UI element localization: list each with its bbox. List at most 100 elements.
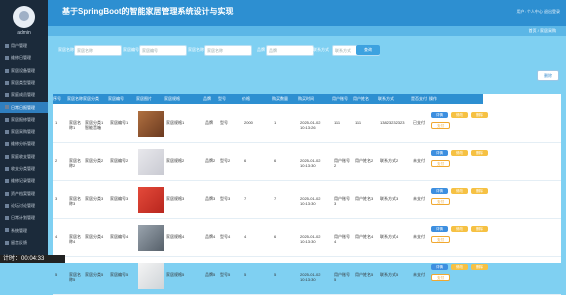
column-header: 家居名称 [67,94,83,104]
avatar[interactable] [13,6,35,28]
column-header: 家居规格 [164,94,203,104]
pay-button[interactable]: 支付 [431,236,450,243]
table-row[interactable]: 3 家居名称3 家居分类3 家居编号3 家居规格3 品牌3 型号3 7 7 2025-01-02 … [53,182,561,219]
filter-group: 家居名称 家居名称 [188,45,252,56]
column-header: 家居分类 [83,94,108,104]
column-header: 序号 [53,94,67,104]
sidebar-item-label: 资产档案管理 [11,190,35,196]
filter-label: 家居名称 [188,47,204,52]
filter-input[interactable]: 品牌 [266,45,314,56]
op-button[interactable]: 修改 [451,150,468,156]
table-cell: 联系方式4 [380,234,399,239]
table-cell: 家居名称1 [69,120,81,130]
op-button[interactable]: 删除 [471,188,488,194]
op-button[interactable]: 详情 [431,112,448,118]
breadcrumb[interactable]: 首页 / 家居采购 [529,28,556,34]
filter-label: 家居名称 [58,47,74,52]
table-cell: 用户账号5 [334,272,350,282]
pay-button[interactable]: 支付 [431,198,450,205]
op-button[interactable]: 删除 [471,112,488,118]
table-cell: 111 [334,120,341,125]
menu-icon [5,142,9,147]
table-cell: 3 [55,196,58,201]
table-cell: 型号4 [220,234,231,239]
sidebar-item-label: 收支分类管理 [11,166,35,171]
sidebar-item[interactable]: 维修分析管理 [0,138,48,149]
pay-button[interactable]: 支付 [431,274,450,281]
table-cell: 111 [355,120,362,125]
table-cell: 2025-01-02 10:13:30 [300,272,321,282]
sidebar-item-label: 家居设备管理 [11,67,35,73]
delete-button[interactable]: 删除 [537,70,559,81]
filter-group: 品牌 品牌 [257,45,319,56]
op-button[interactable]: 详情 [431,150,448,156]
sidebar-item[interactable]: 资产档案管理 [0,188,48,199]
menu-icon [5,154,9,159]
user-menu[interactable]: 用户: 个人中心 退出登录 [517,9,560,15]
product-image [138,225,164,251]
table-row[interactable]: 4 家居名称4 家居分类4 家居编号4 家居规格4 品牌4 型号4 4 6 2025-01-02 … [53,220,561,257]
sidebar-item[interactable]: 家居报修管理 [0,114,48,125]
table-cell: 家居规格3 [166,196,185,201]
sidebar-item-label: 论坛讨论管理 [11,202,35,208]
table-cell: 品牌3 [205,196,216,201]
sidebar-item[interactable]: 系统管理 [0,225,48,236]
table-cell: 未支付 [413,234,425,239]
op-button[interactable]: 详情 [431,188,448,194]
op-button[interactable]: 详情 [431,264,448,270]
sidebar-item[interactable]: 收支分类管理 [0,163,48,174]
pay-button[interactable]: 支付 [431,160,450,167]
sidebar-item-label: 日常计划管理 [11,215,35,221]
sidebar-item[interactable]: 日常计划管理 [0,212,48,223]
column-header: 购买数量 [272,94,298,104]
table-cell: 4 [55,234,58,239]
sidebar-item[interactable]: 论坛讨论管理 [0,200,48,211]
filter-input[interactable]: 家居名称 [74,45,122,56]
sidebar-item[interactable]: 用户管理 [0,40,48,51]
op-button[interactable]: 详情 [431,226,448,232]
table-cell: 5 [55,272,58,277]
sidebar-item[interactable]: 维修日管理 [0,52,48,63]
op-button[interactable]: 修改 [451,188,468,194]
op-button[interactable]: 修改 [451,264,468,270]
column-header: 用户姓名 [353,94,378,104]
product-image [138,111,164,137]
table-row[interactable]: 1 家居名称1 家居分类1智能音箱 家居编号1 家居规格1 品牌 型号 2000 1 2025-0… [53,106,561,143]
sidebar-item[interactable]: 家庭收支管理 [0,151,48,162]
sidebar-item[interactable]: 家庭成员管理 [0,89,48,100]
table-cell: 家居规格5 [166,272,185,277]
sidebar-item[interactable]: 家居设备管理 [0,65,48,76]
table-cell: 未支付 [413,158,425,163]
op-button[interactable]: 修改 [451,226,468,232]
table-cell: 家居规格1 [166,120,185,125]
sidebar-item-label: 维修记录管理 [11,178,35,184]
op-button[interactable]: 修改 [451,112,468,118]
table-row[interactable]: 2 家居名称2 家居分类2 家居编号2 家居规格2 品牌2 型号2 6 6 2025-01-02 … [53,144,561,181]
filter-input[interactable]: 家居名称 [204,45,252,56]
table-cell: 家居分类3 [85,196,104,201]
table-cell: 7 [274,196,277,201]
op-button[interactable]: 删除 [471,264,488,270]
product-image [138,149,164,175]
sidebar-item[interactable]: 家居采购管理 [0,126,48,137]
menu-icon [5,130,9,135]
sidebar-item[interactable]: 留言反馈 [0,237,48,248]
table-cell: 家居编号1 [110,120,129,125]
table-cell: 2025-01-02 10:13:30 [300,234,321,244]
sidebar-item[interactable]: 日常日报管理 [0,101,48,113]
sidebar-item[interactable]: 家居类型管理 [0,77,48,88]
column-header: 品牌 [203,94,218,104]
table-cell: 用户账号3 [334,196,350,206]
table-row[interactable]: 5 家居名称5 家居分类5 家居编号5 家居规格5 品牌5 型号5 5 5 2025-01-02 … [53,258,561,295]
column-header: 是否支付 [411,94,429,104]
filter-input[interactable]: 家居编号 [139,45,187,56]
sidebar: admin 用户管理 维修日管理 家居设备管理 家居类型管理 家庭成员管理 日常日报管理家… [0,0,48,263]
menu-icon [5,203,9,208]
sidebar-item[interactable]: 维修记录管理 [0,175,48,186]
op-button[interactable]: 删除 [471,226,488,232]
search-button[interactable]: 查询 [356,45,380,55]
op-button[interactable]: 删除 [471,150,488,156]
sidebar-item-label: 家庭收支管理 [11,153,35,159]
pay-button[interactable]: 支付 [431,122,450,129]
menu-icon [5,56,9,61]
